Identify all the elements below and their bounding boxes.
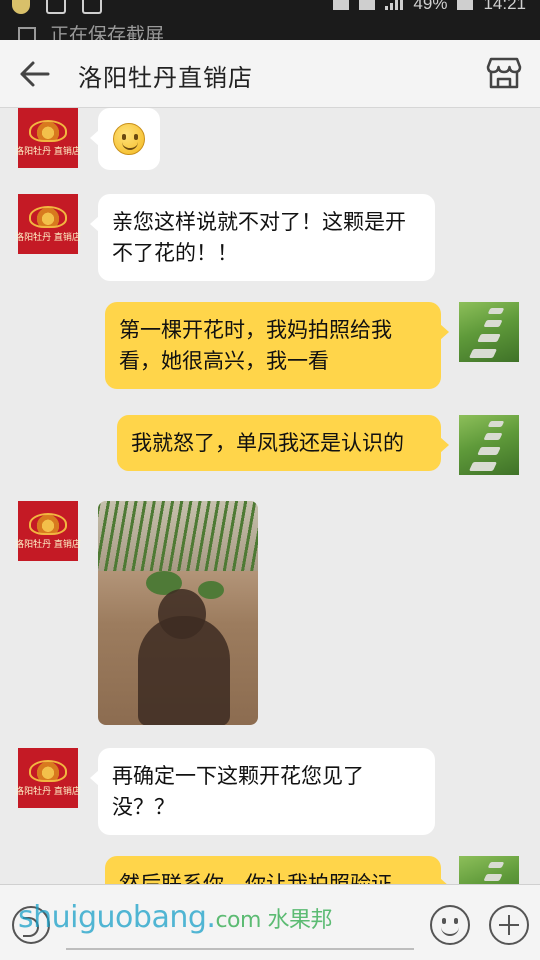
battery-percent: 49% (413, 0, 448, 13)
signal-icon (385, 0, 404, 10)
smiley-emoji (113, 123, 145, 155)
clock: 14:21 (483, 0, 526, 13)
storefront-icon[interactable] (486, 56, 522, 90)
status-notification-icons (12, 0, 102, 14)
message-bubble-outgoing[interactable]: 第一棵开花时，我妈拍照给我看，她很高兴，我一看 (105, 302, 449, 389)
sim-icon (359, 0, 376, 10)
shop-avatar[interactable]: 洛阳牡丹 直销店 (15, 108, 81, 168)
status-bar: 49% 14:21 正在保存截屏 (0, 0, 540, 40)
avatar-brand-text: 洛阳牡丹 直销店 (15, 539, 81, 550)
page-title: 洛阳牡丹直销店 (78, 65, 253, 92)
message-bubble-incoming[interactable]: 亲您这样说就不对了！这颗是开不了花的！！ (90, 194, 435, 281)
status-system-icons: 49% 14:21 (333, 0, 526, 14)
peony-logo-icon (29, 205, 67, 228)
shop-avatar[interactable]: 洛阳牡丹 直销店 (15, 501, 81, 561)
screenshot-notification: 正在保存截屏 (18, 24, 164, 40)
chat-header: 洛阳牡丹直销店 (0, 40, 540, 108)
user-avatar[interactable] (459, 415, 519, 475)
arrow-left-icon[interactable] (18, 58, 52, 90)
message-bubble-outgoing[interactable]: 我就怒了，单凤我还是认识的 (117, 415, 449, 471)
message-list[interactable]: 洛阳牡丹 直销店 洛阳牡丹 直销店 亲您这样说就不对了！这颗是开不了花的！！ 第… (0, 108, 540, 884)
user-avatar[interactable] (459, 302, 519, 362)
message-bubble-emoji[interactable] (90, 108, 160, 170)
message-bubble-incoming[interactable]: 再确定一下这颗开花您见了没？？ (90, 748, 435, 835)
face-icon (46, 0, 66, 14)
plus-icon[interactable] (489, 905, 529, 945)
peony-logo-icon (29, 512, 67, 535)
emoji-icon[interactable] (430, 905, 470, 945)
notification-text: 正在保存截屏 (50, 25, 165, 40)
screenshot-icon (18, 27, 36, 40)
edit-icon (82, 0, 102, 14)
peony-logo-icon (29, 759, 67, 782)
message-bubble-outgoing[interactable]: 然后联系你，你让我拍照验证 (105, 856, 449, 884)
battery-icon (457, 0, 474, 10)
watermark: shuiguobang.com 水果邦 (18, 900, 332, 935)
avatar-brand-text: 洛阳牡丹 直销店 (15, 786, 81, 797)
avatar-brand-text: 洛阳牡丹 直销店 (15, 146, 81, 157)
app-notification-icon (12, 0, 30, 14)
user-avatar[interactable] (459, 856, 519, 884)
avatar-brand-text: 洛阳牡丹 直销店 (15, 232, 81, 243)
garden-soil-photo[interactable] (98, 501, 258, 725)
peony-logo-icon (29, 119, 67, 142)
shop-avatar[interactable]: 洛阳牡丹 直销店 (15, 748, 81, 808)
shop-avatar[interactable]: 洛阳牡丹 直销店 (15, 194, 81, 254)
input-underline (66, 948, 414, 950)
mute-icon (333, 0, 350, 10)
